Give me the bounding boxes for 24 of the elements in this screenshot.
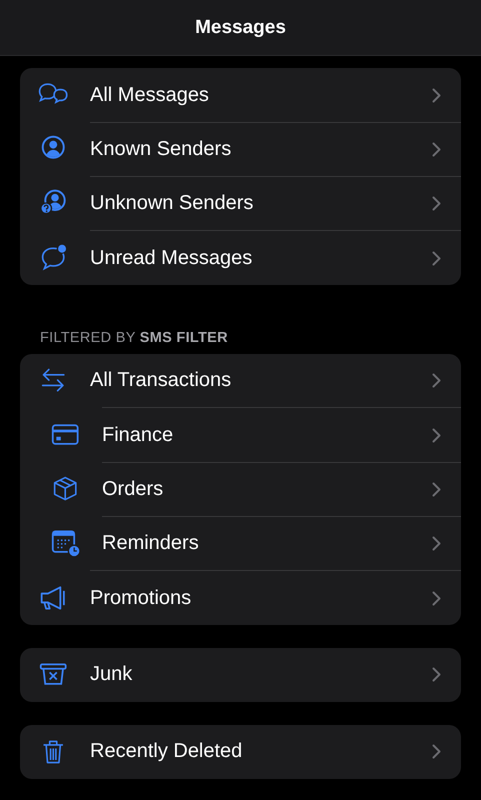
list-item[interactable]: Promotions — [20, 570, 461, 625]
list-item[interactable]: Unread Messages — [20, 230, 461, 285]
list-item[interactable]: Junk — [20, 648, 461, 702]
chevron-icon — [432, 88, 441, 103]
list-item[interactable]: All Transactions — [20, 354, 461, 408]
section-header: FILTERED BY SMS FILTER — [39, 330, 229, 348]
list-item[interactable]: Recently Deleted — [20, 724, 461, 780]
chevron-icon — [432, 482, 441, 498]
chevron-icon — [432, 428, 441, 444]
chevron-icon — [432, 536, 441, 552]
list-item[interactable]: Known Senders — [20, 122, 461, 176]
screen-title: Messages — [195, 16, 286, 38]
list-item[interactable]: Unknown Senders — [20, 176, 461, 231]
chevron-icon — [432, 373, 441, 388]
chevron-icon — [432, 590, 441, 606]
list-item[interactable]: Orders — [20, 462, 461, 516]
chevron-icon — [432, 250, 441, 266]
list-item[interactable]: Finance — [20, 408, 461, 462]
list-item[interactable]: Reminders — [20, 516, 461, 570]
chevron-icon — [432, 667, 441, 682]
chevron-icon — [432, 142, 441, 158]
chevron-icon — [432, 196, 441, 212]
chevron-icon — [432, 744, 441, 760]
list-item[interactable]: All Messages — [20, 68, 461, 122]
